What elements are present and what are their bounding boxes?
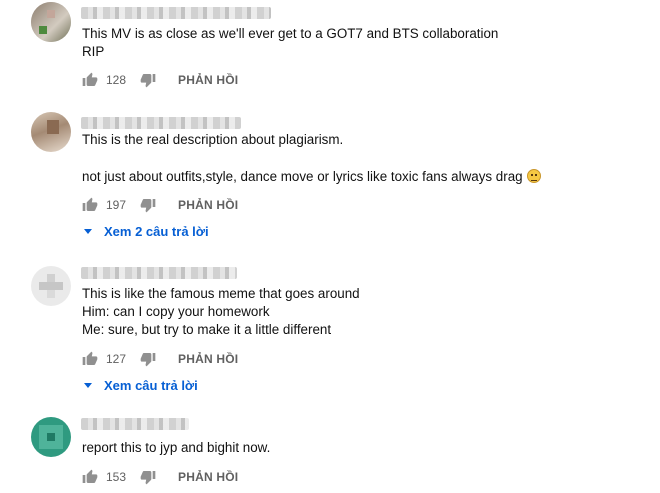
reply-button[interactable]: PHẢN HỒI [178, 198, 238, 212]
thumbs-up-icon[interactable] [82, 197, 98, 213]
view-replies-label: Xem 2 câu trả lời [104, 223, 209, 239]
comment-text-line: Me: sure, but try to make it a little di… [82, 322, 332, 337]
comment-text-line: This is like the famous meme that goes a… [82, 286, 360, 301]
grinning-face-emoji [526, 169, 541, 183]
comment-text-line: report this to jyp and bighit now. [82, 440, 271, 455]
view-replies-label: Xem câu trả lời [104, 377, 198, 393]
like-count: 197 [106, 198, 127, 212]
view-replies-button[interactable]: Xem câu trả lời [82, 375, 198, 395]
avatar[interactable] [31, 112, 71, 152]
comment-actions: 127 PHẢN HỒI [82, 349, 238, 369]
comment-text-line: RIP [82, 44, 105, 59]
caret-down-icon [84, 228, 92, 234]
comment-actions: 197 PHẢN HỒI [82, 195, 238, 215]
reply-button[interactable]: PHẢN HỒI [178, 73, 238, 87]
comment-text-line: This is the real description about plagi… [82, 132, 344, 147]
like-count: 153 [106, 470, 127, 484]
reply-button[interactable]: PHẢN HỒI [178, 470, 238, 484]
thumbs-down-icon[interactable] [140, 197, 156, 213]
avatar[interactable] [31, 266, 71, 306]
comment-actions: 153 PHẢN HỒI [82, 467, 238, 487]
comment-text-line: Him: can I copy your homework [82, 304, 270, 319]
thumbs-up-icon[interactable] [82, 72, 98, 88]
avatar[interactable] [31, 417, 71, 457]
thumbs-down-icon[interactable] [140, 351, 156, 367]
view-replies-button[interactable]: Xem 2 câu trả lời [82, 221, 209, 241]
thumbs-up-icon[interactable] [82, 469, 98, 485]
author-name-blurred[interactable] [81, 418, 189, 430]
like-count: 127 [106, 352, 127, 366]
thumbs-down-icon[interactable] [140, 72, 156, 88]
author-name-blurred[interactable] [81, 117, 241, 129]
avatar[interactable] [31, 2, 71, 42]
thumbs-up-icon[interactable] [82, 351, 98, 367]
comment-text-line: not just about outfits,style, dance move… [82, 168, 541, 186]
comment-text: not just about outfits,style, dance move… [82, 169, 523, 184]
author-name-blurred[interactable] [81, 7, 271, 19]
reply-button[interactable]: PHẢN HỒI [178, 352, 238, 366]
like-count: 128 [106, 73, 127, 87]
comment-text-line: This MV is as close as we'll ever get to… [82, 26, 499, 41]
comment-actions: 128 PHẢN HỒI [82, 70, 238, 90]
thumbs-down-icon[interactable] [140, 469, 156, 485]
caret-down-icon [84, 382, 92, 388]
author-name-blurred[interactable] [81, 267, 237, 279]
